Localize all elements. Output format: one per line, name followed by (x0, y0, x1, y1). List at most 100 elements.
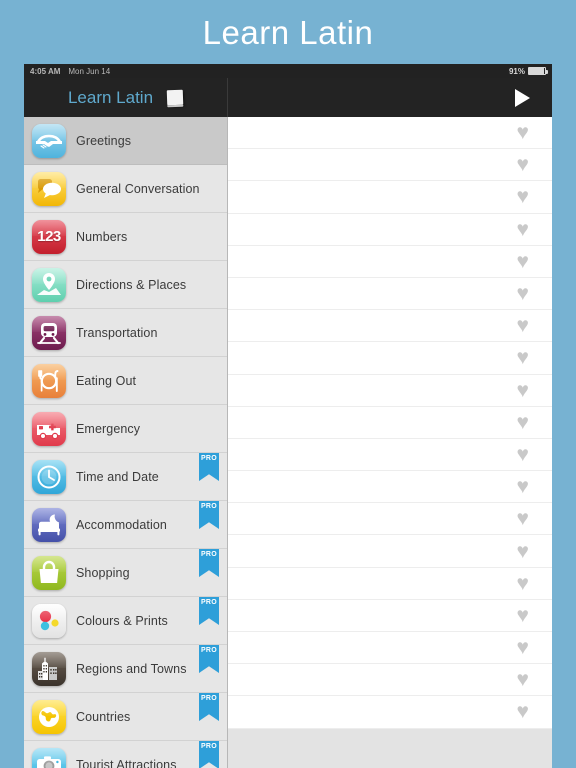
pro-badge[interactable]: PRO (199, 693, 219, 721)
numbers-123-icon: 123 (32, 219, 66, 254)
phrase-row[interactable]: ♥ (228, 149, 552, 182)
heart-icon[interactable]: ♥ (517, 541, 529, 562)
status-time: 4:05 AM (30, 66, 61, 76)
bed-moon-icon (32, 507, 66, 542)
heart-icon[interactable]: ♥ (517, 315, 529, 336)
sidebar-item-general-conversation[interactable]: General Conversation (24, 165, 227, 213)
phrase-list-empty-area (228, 728, 552, 768)
phrase-row[interactable]: ♥ (228, 567, 552, 600)
phrase-row[interactable]: ♥ (228, 277, 552, 311)
sidebar-item-countries[interactable]: Countries PRO (24, 693, 227, 741)
sidebar-item-label: Colours & Prints (76, 613, 168, 628)
sidebar-item-emergency[interactable]: Emergency (24, 405, 227, 453)
sidebar-item-label: Tourist Attractions (76, 757, 177, 768)
battery-icon (528, 67, 548, 75)
heart-icon[interactable]: ♥ (517, 701, 529, 722)
nav-bar: Learn Latin (24, 78, 552, 117)
sidebar-item-regions-and-towns[interactable]: Regions and Towns PRO (24, 645, 227, 693)
pro-badge[interactable]: PRO (199, 501, 219, 529)
phrase-row[interactable]: ♥ (228, 181, 552, 214)
phrase-row[interactable]: ♥ (228, 599, 552, 632)
nav-title: Learn Latin (67, 87, 154, 107)
heart-icon[interactable]: ♥ (517, 122, 529, 143)
phrase-list-pane[interactable]: ♥ ♥ ♥ ♥ ♥ ♥ ♥ ♥ ♥ ♥ ♥ ♥ ♥ ♥ ♥ ♥ ♥ ♥ ♥ (228, 117, 552, 768)
phrase-row[interactable]: ♥ (228, 632, 552, 665)
pro-badge-label: PRO (200, 503, 218, 510)
sidebar-item-label: Numbers (76, 229, 128, 244)
phrase-row[interactable]: ♥ (228, 664, 552, 697)
nav-left-group: Learn Latin (24, 78, 228, 117)
sidebar-item-greetings[interactable]: Greetings (24, 117, 227, 165)
phrase-row[interactable]: ♥ (228, 310, 552, 343)
pro-badge[interactable]: PRO (199, 597, 219, 625)
sidebar-item-label: Directions & Places (76, 277, 187, 292)
phrase-row[interactable]: ♥ (228, 535, 552, 568)
phrase-row[interactable]: ♥ (228, 503, 552, 536)
shopping-bag-icon (32, 555, 66, 590)
heart-icon[interactable]: ♥ (517, 573, 529, 594)
pro-badge-label: PRO (200, 647, 218, 654)
heart-icon[interactable]: ♥ (517, 669, 529, 690)
heart-icon[interactable]: ♥ (517, 154, 529, 175)
page-title: Learn Latin (202, 13, 374, 51)
sidebar-item-directions-places[interactable]: Directions & Places (24, 261, 227, 309)
phrase-row[interactable]: ♥ (228, 374, 552, 407)
phrase-row[interactable]: ♥ (228, 696, 552, 729)
cutlery-plate-icon (32, 363, 66, 398)
device-frame: 4:05 AM Mon Jun 14 91% Learn Latin Greet… (24, 64, 552, 768)
phrase-row[interactable]: ♥ (228, 342, 552, 375)
status-date: Mon Jun 14 (68, 66, 111, 76)
pro-badge-label: PRO (200, 695, 218, 702)
sidebar-item-eating-out[interactable]: Eating Out (24, 357, 227, 405)
sidebar-item-label: Emergency (76, 421, 141, 436)
heart-icon[interactable]: ♥ (517, 283, 529, 304)
sidebar-item-numbers[interactable]: 123 Numbers (24, 213, 227, 261)
heart-icon[interactable]: ♥ (517, 412, 529, 433)
clock-icon (32, 459, 66, 494)
heart-icon[interactable]: ♥ (517, 219, 529, 240)
phrase-row[interactable]: ♥ (228, 245, 552, 278)
pro-badge[interactable]: PRO (199, 453, 219, 481)
sidebar-item-label: Countries (76, 709, 131, 724)
numbers-glyph: 123 (37, 228, 61, 245)
sidebar-item-label: Regions and Towns (76, 661, 187, 676)
sidebar-item-shopping[interactable]: Shopping PRO (24, 549, 227, 597)
speech-bubble-icon (32, 171, 66, 206)
train-icon (32, 315, 66, 350)
phrase-row[interactable]: ♥ (228, 117, 552, 150)
heart-icon[interactable]: ♥ (517, 476, 529, 497)
heart-icon[interactable]: ♥ (517, 347, 529, 368)
battery-percent-label: 91% (508, 66, 525, 76)
heart-icon[interactable]: ♥ (517, 444, 529, 465)
sidebar-item-label: Transportation (76, 325, 158, 340)
phrase-row[interactable]: ♥ (228, 438, 552, 472)
phrase-row[interactable]: ♥ (228, 213, 552, 246)
sidebar-item-colours-prints[interactable]: Colours & Prints PRO (24, 597, 227, 645)
heart-icon[interactable]: ♥ (517, 186, 529, 207)
sidebar-item-label: Eating Out (76, 373, 137, 388)
status-right-group: 91% (508, 66, 548, 76)
pro-badge[interactable]: PRO (199, 549, 219, 577)
play-icon[interactable] (515, 88, 530, 107)
book-icon[interactable] (166, 89, 184, 106)
sidebar-item-tourist-attractions[interactable]: Tourist Attractions PRO (24, 741, 227, 768)
sidebar-item-time-and-date[interactable]: Time and Date PRO (24, 453, 227, 501)
heart-icon[interactable]: ♥ (517, 508, 529, 529)
pro-badge[interactable]: PRO (199, 741, 219, 768)
phrase-row[interactable]: ♥ (228, 406, 552, 439)
status-bar: 4:05 AM Mon Jun 14 91% (24, 64, 552, 78)
phrase-row[interactable]: ♥ (228, 471, 552, 504)
sidebar-item-transportation[interactable]: Transportation (24, 309, 227, 357)
map-pin-icon (32, 267, 66, 302)
pro-badge-label: PRO (200, 599, 218, 606)
heart-icon[interactable]: ♥ (517, 380, 529, 401)
sidebar-item-label: Accommodation (76, 517, 167, 532)
heart-icon[interactable]: ♥ (517, 637, 529, 658)
heart-icon[interactable]: ♥ (517, 605, 529, 626)
pro-badge[interactable]: PRO (199, 645, 219, 673)
category-sidebar[interactable]: Greetings General Conversation 123 Numbers D… (24, 117, 228, 768)
sidebar-item-accommodation[interactable]: Accommodation PRO (24, 501, 227, 549)
sidebar-item-label: General Conversation (76, 181, 200, 196)
app-screen: Learn Latin 4:05 AM Mon Jun 14 91% Learn… (0, 0, 576, 768)
heart-icon[interactable]: ♥ (517, 251, 529, 272)
